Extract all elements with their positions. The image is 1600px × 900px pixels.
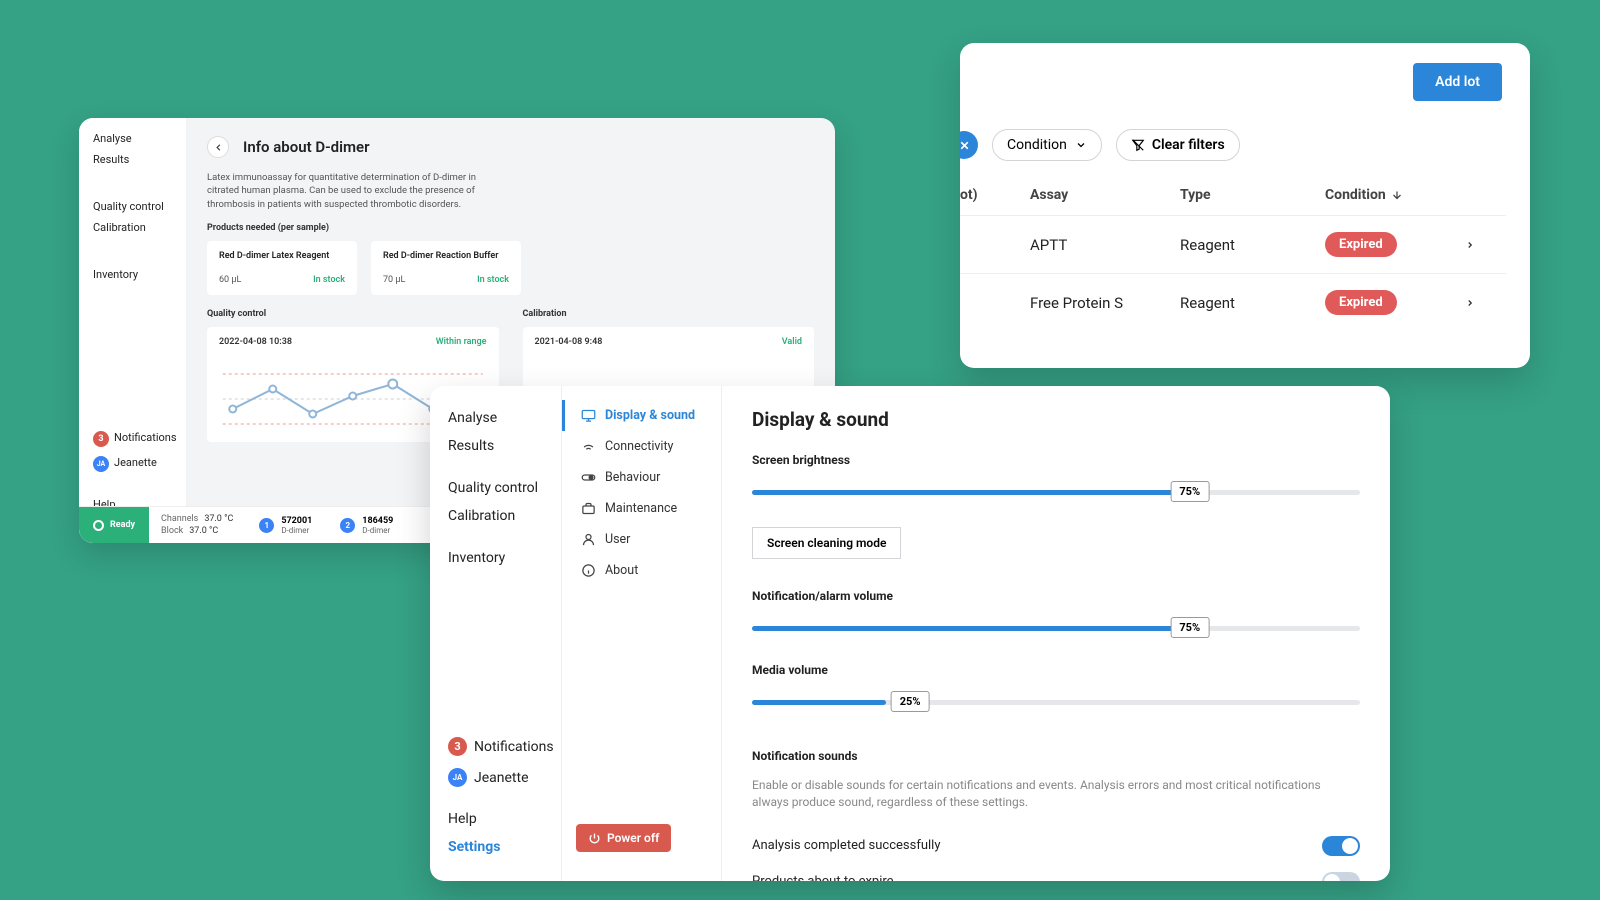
user-icon bbox=[581, 532, 596, 547]
nav-user[interactable]: JA Jeanette bbox=[448, 762, 561, 793]
row-expand-button[interactable] bbox=[1465, 238, 1505, 252]
power-icon bbox=[588, 832, 601, 845]
arrow-down-icon bbox=[1391, 189, 1403, 201]
card1-sidebar: Analyse Results Quality control Calibrat… bbox=[79, 118, 186, 543]
notification-sound-row: Analysis completed successfully bbox=[752, 828, 1360, 864]
product-card: Red D-dimer Latex Reagent 60 µLIn stock bbox=[207, 241, 357, 295]
toggle-icon bbox=[581, 470, 596, 485]
clear-filters-button[interactable]: Clear filters bbox=[1116, 129, 1240, 161]
nav-inventory[interactable]: Inventory bbox=[93, 268, 186, 281]
chevron-right-icon bbox=[1465, 296, 1475, 310]
nav-results[interactable]: Results bbox=[93, 153, 186, 166]
settings-content: Display & sound Screen brightness 75% Sc… bbox=[722, 386, 1390, 881]
notification-sounds-heading: Notification sounds bbox=[752, 749, 1360, 763]
table-header: ot) Assay Type Condition bbox=[960, 187, 1506, 215]
notification-sound-row: Products about to expire bbox=[752, 864, 1360, 881]
ready-chip: Ready bbox=[79, 507, 149, 543]
back-button[interactable] bbox=[207, 136, 229, 158]
subnav-user[interactable]: User bbox=[562, 524, 721, 555]
wifi-icon bbox=[581, 439, 596, 454]
nav-inventory[interactable]: Inventory bbox=[448, 544, 561, 572]
nav-help[interactable]: Help bbox=[448, 805, 561, 833]
filter-off-icon bbox=[1131, 138, 1145, 152]
settings-subnav: Display & sound Connectivity Behaviour M… bbox=[562, 386, 722, 881]
qc-heading: Quality control bbox=[207, 309, 499, 319]
ready-icon bbox=[93, 520, 104, 531]
nav-qc[interactable]: Quality control bbox=[93, 200, 186, 213]
toolbox-icon bbox=[581, 501, 596, 516]
close-icon bbox=[960, 139, 971, 152]
run-number-icon: 2 bbox=[340, 518, 355, 533]
avatar-icon: JA bbox=[93, 456, 109, 472]
table-row[interactable]: APTT Reagent Expired bbox=[960, 215, 1506, 273]
sidebar-user[interactable]: JAJeanette bbox=[93, 456, 186, 472]
notification-badge-icon: 3 bbox=[448, 737, 467, 756]
card2-nav: Analyse Results Quality control Calibrat… bbox=[430, 386, 562, 881]
media-volume-label: Media volume bbox=[752, 663, 1360, 677]
remove-filter-button[interactable] bbox=[960, 131, 978, 159]
media-volume-slider[interactable]: 25% bbox=[752, 691, 1360, 713]
notification-badge-icon: 3 bbox=[93, 431, 109, 447]
nav-results[interactable]: Results bbox=[448, 432, 561, 460]
brightness-slider[interactable]: 75% bbox=[752, 481, 1360, 503]
alarm-volume-slider[interactable]: 75% bbox=[752, 617, 1360, 639]
avatar-icon: JA bbox=[448, 768, 467, 787]
nav-settings[interactable]: Settings bbox=[448, 833, 561, 861]
temperature-block: Channels37.0 °C Block37.0 °C bbox=[149, 514, 245, 536]
subnav-about[interactable]: About bbox=[562, 555, 721, 586]
footer-run[interactable]: 2 186459D-dimer bbox=[326, 516, 407, 535]
alarm-volume-label: Notification/alarm volume bbox=[752, 589, 1360, 603]
table-row[interactable]: Free Protein S Reagent Expired bbox=[960, 273, 1506, 331]
page-description: Latex immunoassay for quantitative deter… bbox=[207, 171, 507, 211]
info-icon bbox=[581, 563, 596, 578]
nav-notifications[interactable]: 3 Notifications bbox=[448, 731, 561, 762]
notification-toggle[interactable] bbox=[1322, 836, 1360, 856]
power-off-button[interactable]: Power off bbox=[576, 824, 671, 852]
settings-card: Analyse Results Quality control Calibrat… bbox=[430, 386, 1390, 881]
chevron-down-icon bbox=[1075, 139, 1087, 151]
notification-sounds-description: Enable or disable sounds for certain not… bbox=[752, 777, 1360, 812]
condition-dropdown[interactable]: Condition bbox=[992, 129, 1102, 161]
brightness-label: Screen brightness bbox=[752, 453, 1360, 467]
cal-heading: Calibration bbox=[523, 309, 815, 319]
nav-qc[interactable]: Quality control bbox=[448, 474, 561, 502]
nav-calibration[interactable]: Calibration bbox=[448, 502, 561, 530]
arrow-left-icon bbox=[213, 142, 224, 153]
run-number-icon: 1 bbox=[259, 518, 274, 533]
subnav-behaviour[interactable]: Behaviour bbox=[562, 462, 721, 493]
subnav-maintenance[interactable]: Maintenance bbox=[562, 493, 721, 524]
product-card: Red D-dimer Reaction Buffer 70 µLIn stoc… bbox=[371, 241, 521, 295]
notification-toggle[interactable] bbox=[1322, 872, 1360, 881]
chevron-right-icon bbox=[1465, 238, 1475, 252]
sidebar-notifications[interactable]: 3Notifications bbox=[93, 431, 186, 447]
products-heading: Products needed (per sample) bbox=[207, 223, 814, 233]
monitor-icon bbox=[581, 408, 596, 423]
add-lot-button[interactable]: Add lot bbox=[1413, 63, 1502, 101]
inventory-card: Add lot Condition Clear filters ot) Assa… bbox=[960, 43, 1530, 368]
nav-analyse[interactable]: Analyse bbox=[93, 132, 186, 145]
subnav-display-sound[interactable]: Display & sound bbox=[562, 400, 721, 431]
page-title: Info about D-dimer bbox=[243, 138, 369, 156]
screen-cleaning-button[interactable]: Screen cleaning mode bbox=[752, 527, 901, 559]
status-badge: Expired bbox=[1325, 290, 1397, 315]
nav-analyse[interactable]: Analyse bbox=[448, 404, 561, 432]
condition-column-sort[interactable]: Condition bbox=[1325, 187, 1465, 203]
nav-calibration[interactable]: Calibration bbox=[93, 221, 186, 234]
settings-title: Display & sound bbox=[752, 408, 1360, 431]
subnav-connectivity[interactable]: Connectivity bbox=[562, 431, 721, 462]
footer-run[interactable]: 1 572001D-dimer bbox=[245, 516, 326, 535]
status-badge: Expired bbox=[1325, 232, 1397, 257]
row-expand-button[interactable] bbox=[1465, 296, 1505, 310]
